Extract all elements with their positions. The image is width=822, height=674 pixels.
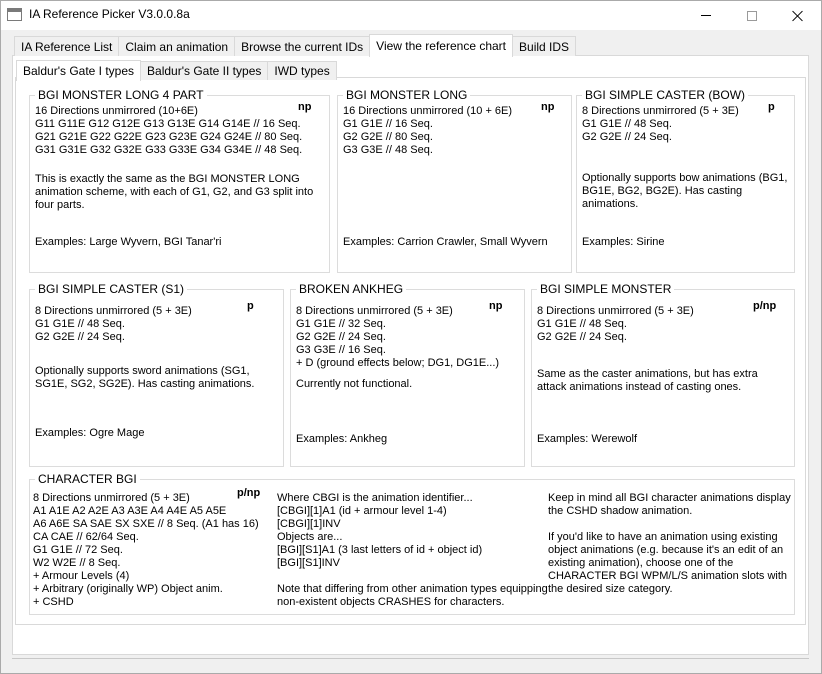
description-text: Optionally supports sword animations (SG… xyxy=(35,365,255,390)
groupbox-character-bgi: CHARACTER BGI p/np 8 Directions unmirror… xyxy=(29,472,795,615)
groupbox-broken-ankheg: BROKEN ANKHEG np 8 Directions unmirrored… xyxy=(290,282,525,467)
crash-warning-text: Note that differing from other animation… xyxy=(277,583,548,608)
groupbox-bgi-monster-long-4-part: BGI MONSTER LONG 4 PART np 16 Directions… xyxy=(29,88,330,273)
groupbox-bgi-simple-monster: BGI SIMPLE MONSTER p/np 8 Directions unm… xyxy=(531,282,795,467)
shadow-note-text: Keep in mind all BGI character animation… xyxy=(548,492,791,517)
description-text: This is exactly the same as the BGI MONS… xyxy=(35,173,314,211)
sub-tab-panel: BGI MONSTER LONG 4 PART np 16 Directions… xyxy=(15,77,806,625)
tab-claim-an-animation[interactable]: Claim an animation xyxy=(118,36,236,56)
groupbox-title: BGI SIMPLE CASTER (BOW) xyxy=(582,88,749,102)
minimize-button[interactable] xyxy=(683,1,729,30)
groupbox-title: CHARACTER BGI xyxy=(35,472,140,486)
app-window: IA Reference Picker V3.0.0.8a IA Referen… xyxy=(0,0,822,674)
main-tab-strip: IA Reference List Claim an animation Bro… xyxy=(14,34,577,57)
examples-text: Examples: Ogre Mage xyxy=(35,427,145,439)
sequence-list: 16 Directions unmirrored (10 + 6E) G1 G1… xyxy=(343,105,513,156)
tab-baldurs-gate-i-types[interactable]: Baldur's Gate I types xyxy=(16,60,142,81)
description-text: Same as the caster animations, but has e… xyxy=(537,368,758,393)
tab-view-reference-chart[interactable]: View the reference chart xyxy=(369,34,514,57)
examples-text: Examples: Sirine xyxy=(582,236,665,248)
examples-text: Examples: Carrion Crawler, Small Wyvern xyxy=(343,236,548,248)
sequence-list: 8 Directions unmirrored (5 + 3E) G1 G1E … xyxy=(537,305,694,343)
title-bar[interactable]: IA Reference Picker V3.0.0.8a xyxy=(1,1,821,30)
identifier-notes: Where CBGI is the animation identifier..… xyxy=(277,492,483,569)
sequence-list: 8 Directions unmirrored (5 + 3E) A1 A1E … xyxy=(33,492,259,608)
groupbox-title: BROKEN ANKHEG xyxy=(296,282,407,296)
portrait-badge: np xyxy=(541,101,555,113)
sequence-list: 8 Directions unmirrored (5 + 3E) G1 G1E … xyxy=(35,305,192,343)
examples-text: Examples: Ankheg xyxy=(296,433,388,445)
sequence-list: 8 Directions unmirrored (5 + 3E) G1 G1E … xyxy=(582,105,739,143)
groupbox-title: BGI MONSTER LONG 4 PART xyxy=(35,88,207,102)
groupbox-bgi-simple-caster-bow: BGI SIMPLE CASTER (BOW) p 8 Directions u… xyxy=(576,88,795,273)
minimize-icon xyxy=(701,15,711,16)
portrait-badge: p xyxy=(247,300,254,312)
close-icon xyxy=(792,10,804,22)
portrait-badge: p/np xyxy=(753,300,777,312)
sub-tab-strip: Baldur's Gate I types Baldur's Gate II t… xyxy=(16,58,337,81)
sequence-list: 16 Directions unmirrored (10+6E) G11 G11… xyxy=(35,105,303,156)
groupbox-bgi-simple-caster-s1: BGI SIMPLE CASTER (S1) p 8 Directions un… xyxy=(29,282,284,467)
sequence-list: 8 Directions unmirrored (5 + 3E) G1 G1E … xyxy=(296,305,500,369)
description-text: Optionally supports bow animations (BG1,… xyxy=(582,172,788,210)
tab-baldurs-gate-ii-types[interactable]: Baldur's Gate II types xyxy=(140,61,269,80)
description-text: Currently not functional. xyxy=(296,378,413,390)
tab-ia-reference-list[interactable]: IA Reference List xyxy=(14,36,120,56)
tab-iwd-types[interactable]: IWD types xyxy=(267,61,337,80)
examples-text: Examples: Large Wyvern, BGI Tanar'ri xyxy=(35,236,222,248)
slot-advice-text: If you'd like to have an animation using… xyxy=(548,531,788,595)
app-icon xyxy=(7,8,22,21)
window-title: IA Reference Picker V3.0.0.8a xyxy=(29,7,190,21)
tab-build-ids[interactable]: Build IDS xyxy=(512,36,577,56)
groupbox-bgi-monster-long: BGI MONSTER LONG np 16 Directions unmirr… xyxy=(337,88,572,273)
portrait-badge: p xyxy=(768,101,775,113)
maximize-icon xyxy=(747,10,757,21)
groupbox-title: BGI SIMPLE MONSTER xyxy=(537,282,675,296)
examples-text: Examples: Werewolf xyxy=(537,433,638,445)
groupbox-title: BGI SIMPLE CASTER (S1) xyxy=(35,282,188,296)
bottom-divider xyxy=(12,658,809,659)
maximize-button[interactable] xyxy=(729,1,775,30)
close-button[interactable] xyxy=(775,1,821,30)
groupbox-title: BGI MONSTER LONG xyxy=(343,88,471,102)
tab-browse-current-ids[interactable]: Browse the current IDs xyxy=(234,36,371,56)
